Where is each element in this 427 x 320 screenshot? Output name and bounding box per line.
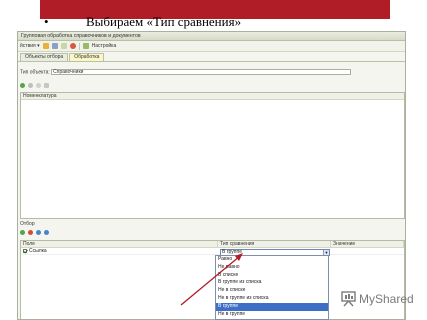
add-row-icon[interactable] [20,83,25,88]
slide-bullet: • [44,14,49,29]
watermark: MyShared [340,291,414,307]
delete-icon[interactable] [69,43,76,49]
list-toolbar [20,83,49,88]
option-not-in-group-from-list[interactable]: Не в группе из списка [216,295,328,303]
filter-toolbar [20,230,49,235]
edit-icon[interactable] [60,43,67,49]
add-icon[interactable] [42,43,49,49]
list-header: Номенклатура [21,93,404,100]
option-in-group-from-list[interactable]: В группе из списка [216,279,328,287]
filter-up-icon[interactable] [36,230,41,235]
tab-bar: Объекты отбора Обработка [18,52,405,62]
settings-button[interactable]: Настройка [92,43,117,49]
comparison-dropdown: Равно Не равно В списке В группе из спис… [215,255,329,320]
copy-icon[interactable] [51,43,58,49]
column-field[interactable]: Поле [21,241,218,247]
watermark-text: MyShared [359,292,414,306]
toolbar-separator [78,42,80,50]
delete-row-icon[interactable] [36,83,41,88]
filter-delete-icon[interactable] [28,230,33,235]
option-in-list[interactable]: В списке [216,272,328,280]
column-comparison[interactable]: Тип сравнения [218,241,331,247]
app-window: Групповая обработка справочников и докум… [17,31,406,320]
object-type-field[interactable]: Справочники [51,69,352,75]
filter-table-header: Поле Тип сравнения Значение [21,241,404,248]
main-toolbar: йствия ▾ Настройка [18,41,405,52]
object-type-label: Тип объекта: [20,69,50,76]
select-icon[interactable] [44,83,49,88]
edit-row-icon[interactable] [28,83,33,88]
option-equal[interactable]: Равно [216,256,328,264]
slide-title: • Выбираем «Тип сравнения» [44,14,241,30]
settings-icon[interactable] [82,43,89,49]
object-type-row: Тип объекта: Справочники [20,69,352,76]
table-row[interactable]: Ссылка [21,248,404,255]
option-not-in-group[interactable]: Не в группе [216,311,328,319]
nomenclature-list: Номенклатура [20,92,405,219]
option-in-group[interactable]: В группе [216,302,328,311]
presentation-icon [341,291,356,307]
actions-menu[interactable]: йствия ▾ [20,43,40,49]
column-value[interactable]: Значение [331,241,404,247]
row-field-value: Ссылка [29,248,47,254]
option-not-equal[interactable]: Не равно [216,264,328,272]
option-not-in-list[interactable]: Не в списке [216,287,328,295]
filter-add-icon[interactable] [20,230,25,235]
window-title: Групповая обработка справочников и докум… [18,32,405,41]
tab-processing[interactable]: Обработка [69,53,105,61]
slide-title-text: Выбираем «Тип сравнения» [86,14,242,29]
tab-objects[interactable]: Объекты отбора [20,53,69,61]
filter-label: Отбор [20,221,35,227]
row-field-cell: Ссылка [21,248,218,254]
row-checkbox[interactable] [23,248,27,253]
filter-table: Поле Тип сравнения Значение Ссылка В гру… [20,240,405,319]
filter-down-icon[interactable] [44,230,49,235]
